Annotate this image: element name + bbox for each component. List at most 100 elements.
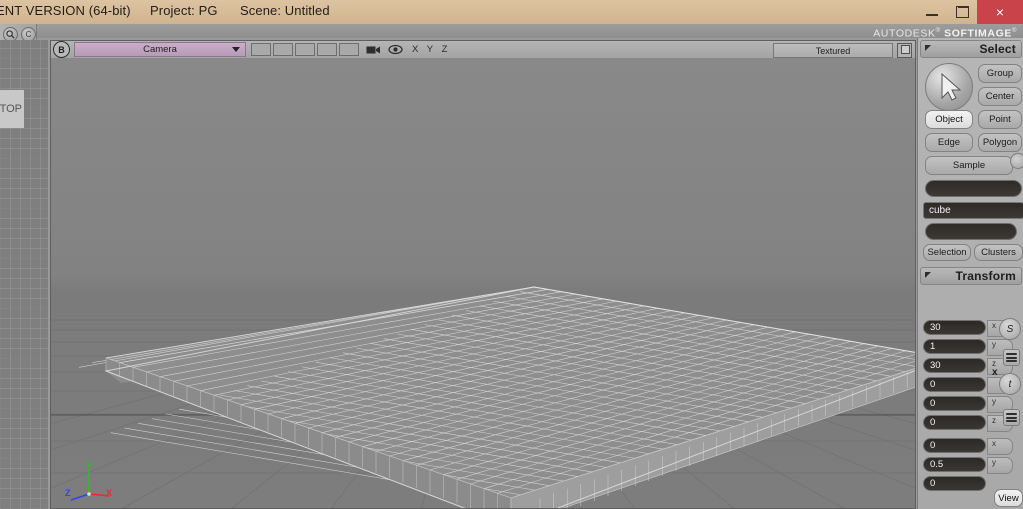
scale-x-input[interactable]: 30 (923, 320, 986, 335)
select-extra-field[interactable] (925, 223, 1017, 240)
transform-header-label: Transform (955, 269, 1016, 283)
softimage-application-window: ENT VERSION (64-bit) Project: PG Scene: … (0, 0, 1023, 509)
registered-mark-icon: ® (935, 28, 941, 34)
translate-y-slot[interactable] (987, 457, 1013, 474)
translate-z-axis-label: z (992, 416, 996, 425)
select-object-button[interactable]: Object (925, 110, 973, 129)
translate-y-input[interactable]: 0.5 (923, 457, 986, 472)
visibility-eye-icon[interactable] (387, 43, 403, 57)
translate-y-axis-label: y (992, 458, 996, 467)
viewport-letter-badge[interactable]: B (53, 41, 70, 58)
transform-row-scale-x: 30 x S (918, 318, 1023, 340)
transform-row-rotate-x: 0 x t (918, 367, 1023, 395)
scale-z-input[interactable]: 30 (923, 358, 986, 373)
select-sample-button[interactable]: Sample (925, 156, 1013, 175)
selected-object-name: cube (929, 205, 951, 216)
axis-gizmo: Y X Z (65, 460, 121, 504)
translate-y-value: 0.5 (930, 459, 944, 470)
viewport-toggle-5[interactable] (339, 43, 359, 56)
transform-row-translate-z: 0 z (918, 409, 1023, 433)
rotate-y-value: 0 (930, 398, 936, 409)
scene-title: Scene: Untitled (240, 3, 330, 18)
axis-label-x: X (106, 488, 113, 498)
camera-icon[interactable] (365, 43, 381, 57)
clusters-button[interactable]: Clusters (974, 244, 1023, 261)
scene-render (51, 58, 915, 508)
axis-label-y: Y (86, 460, 93, 470)
brand-strip (0, 24, 1023, 38)
rotate-y-axis-label: y (992, 397, 996, 406)
translate-x-slot[interactable] (987, 438, 1013, 455)
display-mode-selector[interactable]: Textured (773, 43, 893, 58)
camera-selector[interactable]: Camera (74, 42, 246, 57)
restore-button[interactable] (947, 0, 977, 24)
viewport-header: B Camera X Y Z Textured (51, 41, 915, 59)
chevron-down-icon (232, 47, 240, 52)
translate-z2-value: 0 (930, 478, 936, 489)
rotate-y-input[interactable]: 0 (923, 396, 986, 411)
autodesk-softimage-branding: AUTODESK® SOFTIMAGE® (873, 24, 1017, 40)
app-version-title: ENT VERSION (64-bit) (0, 3, 131, 18)
transform-row-translate-x: 0 x (918, 437, 1023, 456)
select-group-button[interactable]: Group (978, 64, 1022, 83)
maximize-viewport-icon[interactable] (897, 43, 912, 58)
scale-badge[interactable]: S (999, 318, 1021, 340)
transform-fields: 30 x S 1 y 30 z 0 x t 0 y 0 z 0 x 0.5 y … (918, 318, 1023, 494)
selected-object-name-field[interactable]: cube (923, 202, 1023, 219)
translate-x-axis-label: x (992, 439, 996, 448)
select-section-body: Group Center Object Point Edge Polygon S… (920, 61, 1023, 263)
select-header-label: Select (979, 42, 1016, 56)
project-title: Project: PG (150, 3, 218, 18)
viewport-toggle-2[interactable] (273, 43, 293, 56)
minimize-button[interactable] (917, 0, 947, 24)
rotate-x-input[interactable]: 0 (923, 377, 986, 392)
select-center-button[interactable]: Center (978, 87, 1022, 106)
viewport-toggle-3[interactable] (295, 43, 315, 56)
scale-menu-icon[interactable] (1003, 349, 1020, 366)
sample-menu-icon[interactable] (1010, 153, 1023, 169)
translate-x-input[interactable]: 0 (923, 438, 986, 453)
transform-row-translate-y: 0.5 y (918, 456, 1023, 475)
scale-y-axis-label: y (992, 340, 996, 349)
scale-y-input[interactable]: 1 (923, 339, 986, 354)
scale-y-value: 1 (930, 341, 936, 352)
scale-x-value: 30 (930, 322, 941, 333)
right-properties-panel: Select Group Center Object Point Edge Po… (917, 38, 1023, 509)
select-section-header[interactable]: Select (920, 40, 1022, 58)
selection-button[interactable]: Selection (923, 244, 971, 261)
view-reference-button[interactable]: View (994, 489, 1023, 507)
close-button[interactable]: × (977, 0, 1023, 24)
scale-z-value: 30 (930, 360, 941, 371)
top-viewport-label: TOP (0, 90, 24, 128)
title-bar: ENT VERSION (64-bit) Project: PG Scene: … (0, 0, 1023, 25)
rotate-badge-label: x (992, 367, 998, 378)
select-filter-field[interactable] (925, 180, 1022, 197)
camera-label: Camera (143, 44, 177, 55)
axis-gizmo-svg (70, 470, 110, 501)
rotate-x-value: 0 (930, 379, 936, 390)
select-polygon-button[interactable]: Polygon (978, 133, 1022, 152)
transform-section-header[interactable]: Transform (920, 267, 1022, 285)
translate-z-input[interactable]: 0 (923, 415, 986, 430)
viewport-toggle-group (251, 43, 359, 56)
viewport-toggle-4[interactable] (317, 43, 337, 56)
restore-icon (955, 6, 969, 18)
axes-visibility-label[interactable]: X Y Z (412, 44, 450, 55)
select-point-button[interactable]: Point (978, 110, 1022, 129)
camera-viewport[interactable]: B Camera X Y Z Textured Y X Z (50, 40, 916, 509)
viewport-toggle-1[interactable] (251, 43, 271, 56)
translate-x-value: 0 (930, 440, 936, 451)
top-viewport-partial[interactable]: TOP (0, 40, 48, 509)
scale-x-axis-label: x (992, 321, 996, 330)
translate-z-value: 0 (930, 417, 936, 428)
minimize-icon (926, 14, 938, 16)
translate-z2-input[interactable]: 0 (923, 476, 986, 491)
window-controls: × (917, 0, 1023, 24)
select-edge-button[interactable]: Edge (925, 133, 973, 152)
registered-mark-icon-2: ® (1011, 28, 1017, 34)
translate-menu-icon[interactable] (1003, 409, 1020, 426)
viewport-3d-scene[interactable]: Y X Z (51, 58, 915, 508)
translate-badge[interactable]: t (999, 373, 1021, 395)
axis-label-z: Z (65, 488, 71, 498)
select-cursor-icon[interactable] (925, 63, 973, 111)
